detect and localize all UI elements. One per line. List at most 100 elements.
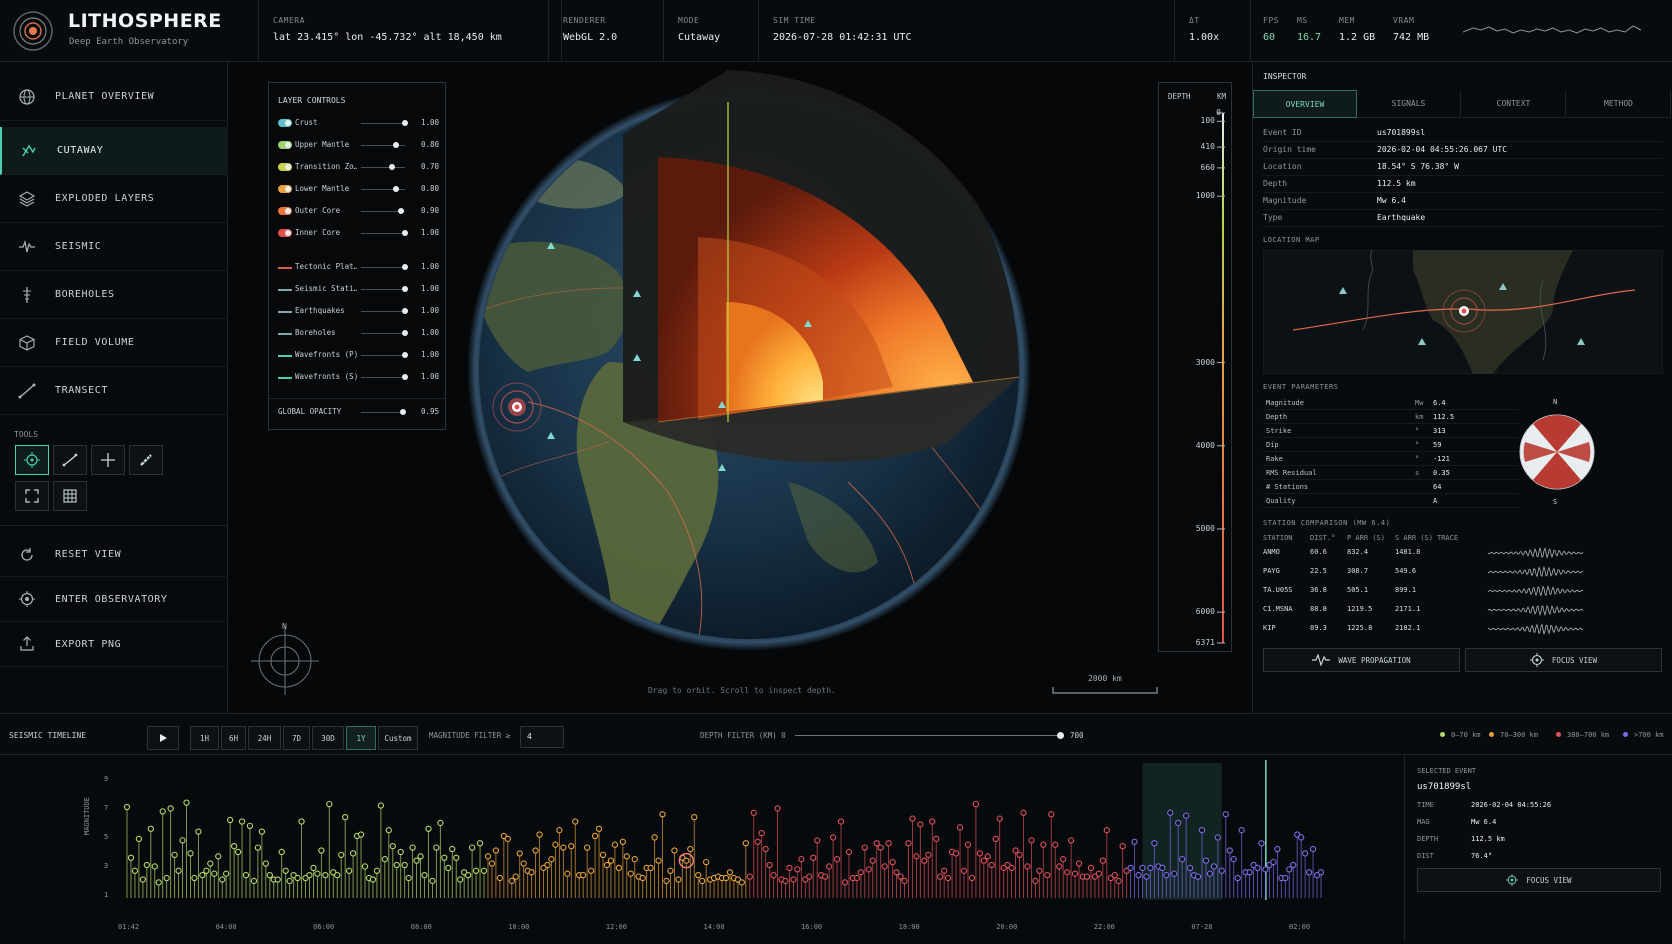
event-point[interactable] bbox=[663, 877, 670, 885]
sidebar-item-planet-overview[interactable]: PLANET OVERVIEW bbox=[0, 73, 228, 121]
event-point[interactable] bbox=[901, 877, 908, 885]
layer-opacity-knob[interactable] bbox=[402, 330, 408, 336]
event-point[interactable] bbox=[790, 876, 797, 883]
event-point[interactable] bbox=[306, 872, 313, 879]
event-point[interactable] bbox=[941, 867, 948, 874]
event-point[interactable] bbox=[135, 835, 143, 843]
global-opacity-row[interactable]: GLOBAL OPACITY 0.95 bbox=[278, 406, 439, 420]
event-point[interactable] bbox=[1309, 845, 1317, 853]
event-point[interactable] bbox=[544, 861, 551, 869]
event-point[interactable] bbox=[833, 856, 841, 863]
event-point[interactable] bbox=[215, 853, 222, 860]
event-point[interactable] bbox=[1135, 872, 1142, 879]
event-point[interactable] bbox=[1159, 864, 1166, 872]
event-point[interactable] bbox=[219, 876, 226, 883]
event-point[interactable] bbox=[770, 872, 777, 879]
event-point[interactable] bbox=[929, 818, 936, 825]
event-point[interactable] bbox=[1305, 869, 1313, 876]
event-point[interactable] bbox=[917, 821, 924, 828]
event-point[interactable] bbox=[1115, 877, 1122, 885]
grid-tool-button[interactable] bbox=[53, 481, 87, 511]
layer-row[interactable]: Wavefronts (P) 1.00 bbox=[278, 349, 439, 363]
event-point[interactable] bbox=[889, 858, 896, 866]
event-point[interactable] bbox=[476, 840, 484, 847]
event-point[interactable] bbox=[952, 850, 960, 857]
event-point[interactable] bbox=[1290, 861, 1297, 869]
event-point[interactable] bbox=[611, 841, 619, 848]
event-point[interactable] bbox=[373, 867, 381, 874]
event-point[interactable] bbox=[314, 870, 321, 877]
location-map[interactable] bbox=[1263, 250, 1663, 374]
event-point[interactable] bbox=[262, 860, 269, 867]
event-point[interactable] bbox=[187, 850, 194, 857]
event-point[interactable] bbox=[405, 874, 412, 882]
event-point[interactable] bbox=[1298, 834, 1305, 841]
event-point[interactable] bbox=[687, 845, 694, 853]
event-point[interactable] bbox=[627, 870, 634, 877]
station-row[interactable]: PAYG 22.5 308.7 549.6 bbox=[1263, 562, 1663, 581]
event-point[interactable] bbox=[480, 867, 488, 874]
event-point[interactable] bbox=[369, 876, 377, 883]
event-point[interactable] bbox=[441, 854, 448, 861]
event-point[interactable] bbox=[651, 834, 658, 841]
event-point[interactable] bbox=[1210, 863, 1218, 870]
event-point[interactable] bbox=[591, 832, 599, 840]
event-point[interactable] bbox=[1274, 845, 1281, 853]
event-point[interactable] bbox=[829, 834, 837, 841]
wave-propagation-button[interactable]: WAVE PROPAGATION bbox=[1263, 648, 1460, 672]
range-button[interactable]: 7D bbox=[283, 726, 310, 750]
layer-opacity-slider[interactable] bbox=[361, 311, 405, 312]
layer-opacity-slider[interactable] bbox=[361, 289, 405, 290]
layer-opacity-knob[interactable] bbox=[393, 186, 400, 192]
event-point[interactable] bbox=[1075, 860, 1083, 867]
event-point[interactable] bbox=[956, 824, 964, 831]
layer-opacity-slider[interactable] bbox=[361, 233, 405, 234]
event-point[interactable] bbox=[1282, 874, 1289, 882]
event-point[interactable] bbox=[389, 843, 396, 850]
event-point[interactable] bbox=[754, 838, 761, 845]
event-point[interactable] bbox=[131, 867, 139, 874]
event-point[interactable] bbox=[496, 874, 504, 882]
event-point[interactable] bbox=[207, 860, 214, 867]
global-opacity-knob[interactable] bbox=[399, 409, 406, 415]
event-point[interactable] bbox=[885, 840, 892, 847]
event-point[interactable] bbox=[512, 873, 519, 880]
layer-row[interactable]: Upper Mantle 0.80 bbox=[278, 139, 439, 153]
layer-toggle[interactable] bbox=[278, 163, 292, 171]
event-point[interactable] bbox=[782, 877, 789, 885]
event-point[interactable] bbox=[671, 847, 678, 854]
event-point[interactable] bbox=[298, 818, 305, 825]
range-button[interactable]: 24H bbox=[248, 726, 281, 750]
event-point[interactable] bbox=[806, 873, 813, 880]
event-point[interactable] bbox=[1099, 857, 1106, 864]
event-point[interactable] bbox=[564, 870, 571, 877]
event-point[interactable] bbox=[421, 872, 428, 879]
event-point[interactable] bbox=[520, 860, 527, 867]
layer-row[interactable]: Lower Mantle 0.80 bbox=[278, 183, 439, 197]
layer-opacity-slider[interactable] bbox=[361, 167, 405, 168]
event-point[interactable] bbox=[334, 872, 341, 879]
event-point[interactable] bbox=[1048, 811, 1055, 818]
seismic-timeline-chart[interactable]: MAGNITUDE 1 3 5 7 9 01:42 04:00 06:00 08:00 10:00… bbox=[0, 755, 1404, 941]
layer-toggle[interactable] bbox=[278, 229, 292, 237]
layer-opacity-knob[interactable] bbox=[402, 352, 408, 358]
event-point[interactable] bbox=[453, 854, 460, 861]
event-point[interactable] bbox=[1202, 857, 1210, 864]
event-point[interactable] bbox=[1143, 873, 1150, 880]
layer-opacity-knob[interactable] bbox=[402, 308, 408, 314]
depth-filter-slider[interactable] bbox=[795, 735, 1061, 736]
event-point[interactable] bbox=[310, 864, 317, 872]
event-point[interactable] bbox=[814, 837, 821, 844]
event-point[interactable] bbox=[746, 873, 753, 880]
layer-opacity-knob[interactable] bbox=[402, 264, 408, 270]
layer-toggle[interactable] bbox=[278, 185, 292, 193]
event-point[interactable] bbox=[984, 853, 991, 860]
tab-context[interactable]: CONTEXT bbox=[1462, 90, 1566, 118]
event-point[interactable] bbox=[869, 857, 876, 864]
layer-opacity-knob[interactable] bbox=[397, 208, 404, 214]
station-row[interactable]: ANMO 60.6 832.4 1481.8 bbox=[1263, 543, 1663, 562]
event-point[interactable] bbox=[552, 841, 559, 848]
target-tool-button[interactable] bbox=[15, 445, 49, 475]
ruler-tool-button[interactable] bbox=[129, 445, 163, 475]
event-point[interactable] bbox=[278, 848, 285, 856]
